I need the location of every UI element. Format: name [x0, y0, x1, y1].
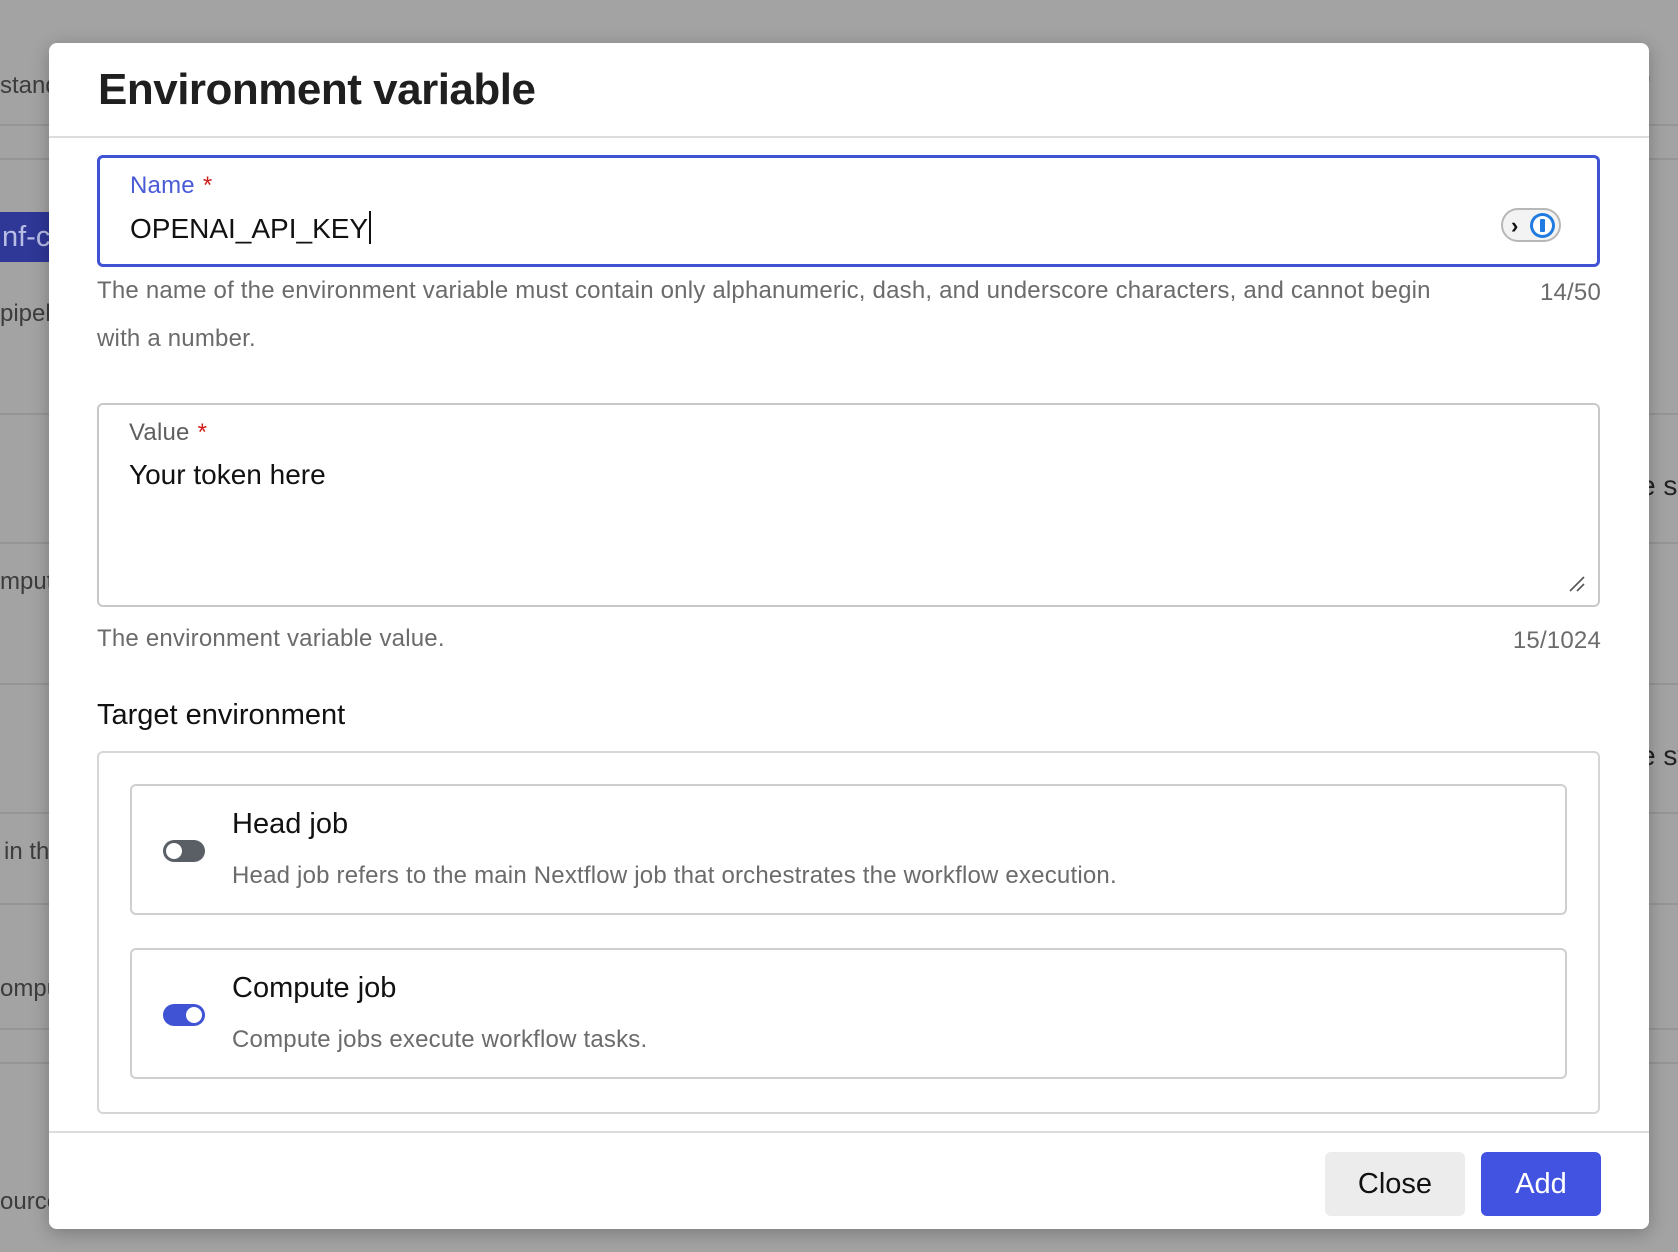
name-value[interactable]: OPENAI_API_KEY	[130, 211, 372, 245]
head-job-toggle[interactable]	[163, 840, 205, 862]
dialog-title: Environment variable	[98, 65, 536, 114]
environment-variable-dialog: Environment variable Name * OPENAI_API_KE…	[49, 43, 1649, 1229]
compute-job-description: Compute jobs execute workflow tasks.	[232, 1026, 648, 1053]
name-char-counter: 14/50	[1539, 279, 1601, 306]
dialog-header: Environment variable	[49, 43, 1649, 138]
value-text[interactable]: Your token here	[129, 459, 326, 491]
resize-handle-icon[interactable]	[1568, 575, 1586, 593]
value-textarea[interactable]: Value * Your token here	[97, 403, 1600, 607]
bg-text: pipel	[0, 300, 51, 327]
name-label: Name *	[130, 172, 213, 199]
dialog-footer: Close Add	[49, 1131, 1649, 1229]
head-job-description: Head job refers to the main Nextflow job…	[232, 862, 1117, 889]
required-asterisk: *	[197, 419, 208, 446]
compute-job-title: Compute job	[232, 972, 397, 1004]
password-manager-icon[interactable]: ›	[1501, 208, 1561, 242]
value-label: Value *	[129, 419, 208, 446]
chevron-right-icon: ›	[1511, 213, 1519, 238]
compute-job-option[interactable]: Compute job Compute jobs execute workflo…	[130, 948, 1567, 1079]
value-char-counter: 15/1024	[1512, 627, 1601, 654]
toggle-knob	[186, 1007, 202, 1023]
text-cursor	[369, 211, 372, 244]
close-button[interactable]: Close	[1325, 1152, 1465, 1216]
value-helper-text: The environment variable value.	[97, 625, 445, 652]
name-input[interactable]: Name * OPENAI_API_KEY ›	[97, 155, 1600, 267]
compute-job-toggle[interactable]	[163, 1004, 205, 1026]
name-helper-text: The name of the environment variable mus…	[97, 277, 1431, 352]
head-job-option[interactable]: Head job Head job refers to the main Nex…	[130, 784, 1567, 915]
keyhole-icon	[1530, 213, 1555, 238]
screen: stand ' nf-c pipel e s mput e sy in th o…	[0, 0, 1678, 1252]
target-environment-group: Head job Head job refers to the main Nex…	[97, 751, 1600, 1114]
toggle-knob	[166, 843, 182, 859]
add-button[interactable]: Add	[1481, 1152, 1601, 1216]
bg-text: in th	[4, 838, 50, 865]
head-job-title: Head job	[232, 808, 349, 840]
bg-text: mput	[0, 568, 54, 595]
target-environment-title: Target environment	[97, 699, 346, 731]
required-asterisk: *	[202, 172, 213, 199]
